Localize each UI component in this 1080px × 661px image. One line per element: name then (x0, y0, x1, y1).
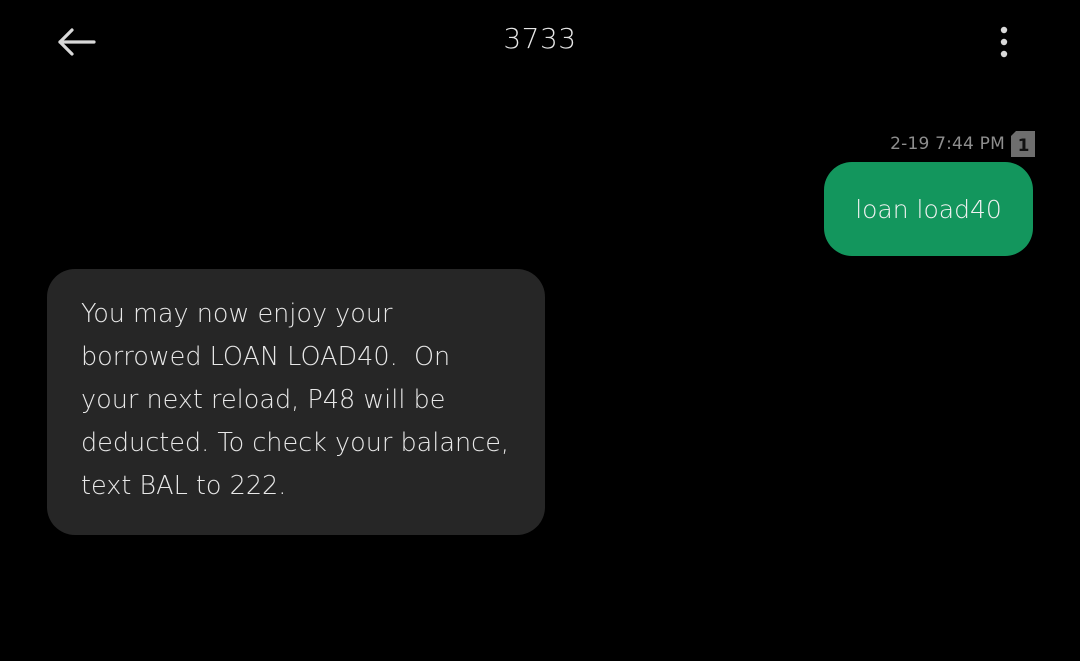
outgoing-message-bubble[interactable]: loan load40 (824, 162, 1033, 256)
message-meta: 2-19 7:44 PM 1 (890, 131, 1035, 157)
sim-card-icon: 1 (1011, 131, 1035, 157)
incoming-message-bubble[interactable]: You may now enjoy your borrowed LOAN LOA… (47, 269, 545, 535)
sim-slot-number: 1 (1018, 136, 1030, 156)
outgoing-message-text: loan load40 (855, 194, 1002, 224)
conversation-title: 3733 (503, 22, 577, 55)
more-options-button[interactable] (984, 20, 1024, 64)
message-timestamp: 2-19 7:44 PM (890, 134, 1005, 154)
incoming-message-text: You may now enjoy your borrowed LOAN LOA… (81, 299, 518, 501)
more-vertical-icon (1000, 26, 1008, 58)
